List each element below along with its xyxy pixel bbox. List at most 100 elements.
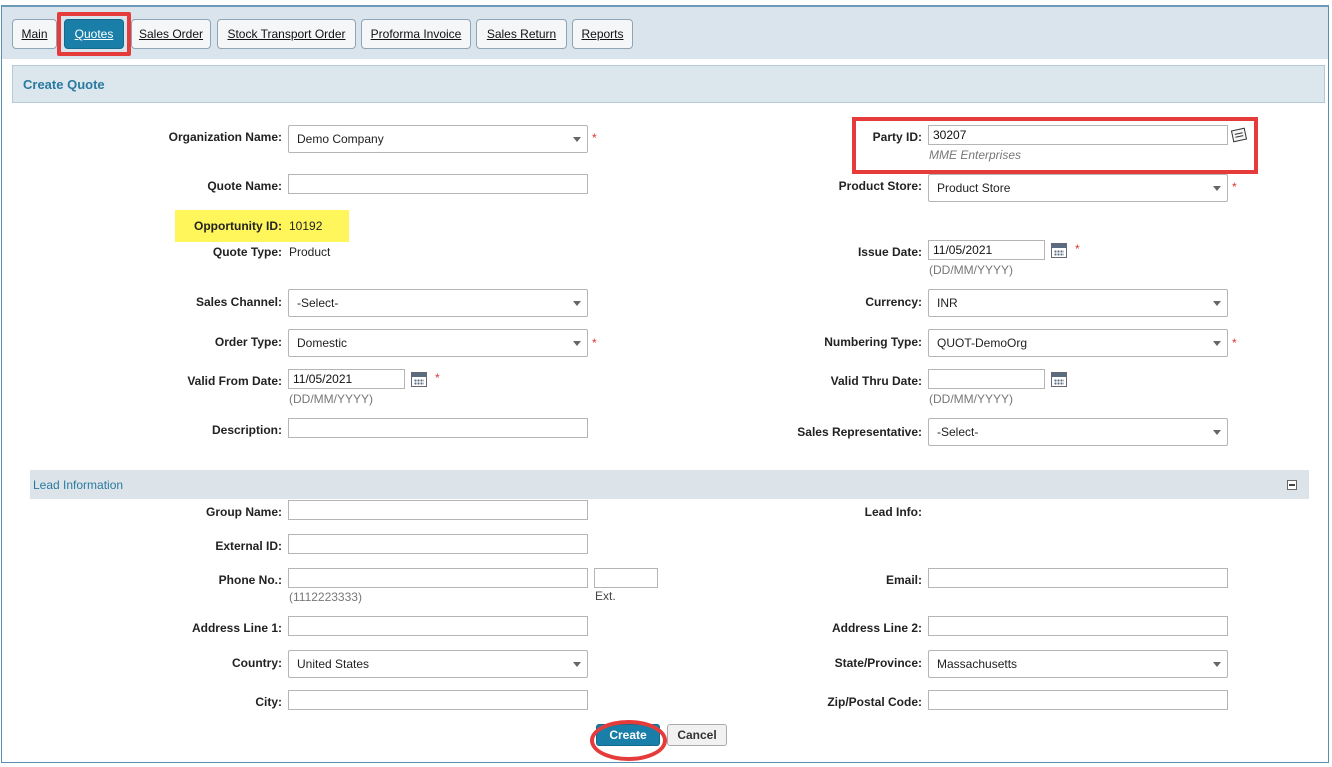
description-label: Description: xyxy=(211,423,282,437)
phone-no-input[interactable] xyxy=(288,568,588,588)
chevron-down-icon xyxy=(573,137,581,142)
sales-channel-value: -Select- xyxy=(297,296,339,310)
group-name-label: Group Name: xyxy=(205,505,282,519)
tab-main[interactable]: Main xyxy=(12,19,57,49)
zip-postal-code-input[interactable] xyxy=(928,690,1228,710)
valid-thru-date-label: Valid Thru Date: xyxy=(830,374,922,388)
product-store-select[interactable]: Product Store xyxy=(928,174,1228,202)
create-button-highlight xyxy=(590,720,667,761)
tab-proforma-invoice[interactable]: Proforma Invoice xyxy=(361,19,471,49)
phone-ext-label: Ext. xyxy=(595,589,616,603)
country-select[interactable]: United States xyxy=(288,650,588,678)
app-frame: Main Quotes Sales Order Stock Transport … xyxy=(1,5,1329,763)
city-input[interactable] xyxy=(288,690,588,710)
required-marker: * xyxy=(592,131,597,145)
organization-name-label: Organization Name: xyxy=(168,130,282,144)
chevron-down-icon xyxy=(1213,186,1221,191)
state-province-label: State/Province: xyxy=(834,656,922,670)
sales-channel-label: Sales Channel: xyxy=(195,295,282,309)
date-format-hint: (DD/MM/YYYY) xyxy=(289,392,373,406)
email-label: Email: xyxy=(885,573,922,587)
email-input[interactable] xyxy=(928,568,1228,588)
calendar-icon[interactable] xyxy=(1051,372,1067,387)
party-id-input[interactable]: 30207 xyxy=(928,125,1228,145)
sales-representative-select[interactable]: -Select- xyxy=(928,418,1228,446)
sales-representative-label: Sales Representative: xyxy=(797,425,922,439)
currency-value: INR xyxy=(937,296,958,310)
chevron-down-icon xyxy=(573,301,581,306)
chevron-down-icon xyxy=(1213,301,1221,306)
issue-date-input[interactable]: 11/05/2021 xyxy=(928,240,1045,260)
lead-information-header[interactable]: Lead Information xyxy=(30,470,1309,499)
valid-thru-date-input[interactable] xyxy=(928,369,1045,389)
address-line-1-input[interactable] xyxy=(288,616,588,636)
section-title: Create Quote xyxy=(12,65,1325,103)
external-id-label: External ID: xyxy=(215,539,282,553)
chevron-down-icon xyxy=(1213,430,1221,435)
issue-date-label: Issue Date: xyxy=(857,245,922,259)
opportunity-id-value: 10192 xyxy=(289,219,323,233)
collapse-icon[interactable] xyxy=(1287,480,1297,490)
order-type-label: Order Type: xyxy=(214,335,282,349)
date-format-hint: (DD/MM/YYYY) xyxy=(929,263,1013,277)
order-type-value: Domestic xyxy=(297,336,348,350)
date-format-hint: (DD/MM/YYYY) xyxy=(929,392,1013,406)
order-type-select[interactable]: Domestic xyxy=(288,329,588,357)
address-line-2-input[interactable] xyxy=(928,616,1228,636)
tab-sales-order[interactable]: Sales Order xyxy=(131,19,211,49)
sales-channel-select[interactable]: -Select- xyxy=(288,289,588,317)
state-province-select[interactable]: Massachusetts xyxy=(928,650,1228,678)
calendar-icon[interactable] xyxy=(1051,243,1067,258)
country-label: Country: xyxy=(232,656,282,670)
tab-bar: Main Quotes Sales Order Stock Transport … xyxy=(2,7,1328,59)
zip-postal-code-label: Zip/Postal Code: xyxy=(827,695,922,709)
quote-name-input[interactable] xyxy=(288,174,588,194)
address-line-1-label: Address Line 1: xyxy=(191,621,282,635)
quote-type-label: Quote Type: xyxy=(212,245,282,259)
currency-label: Currency: xyxy=(865,295,922,309)
group-name-input[interactable] xyxy=(288,500,588,520)
required-marker: * xyxy=(435,371,440,385)
chevron-down-icon xyxy=(573,341,581,346)
phone-ext-input[interactable] xyxy=(594,568,658,588)
numbering-type-label: Numbering Type: xyxy=(824,335,922,349)
organization-name-value: Demo Company xyxy=(297,132,384,146)
tab-stock-transport-order[interactable]: Stock Transport Order xyxy=(217,19,356,49)
lead-info-label: Lead Info: xyxy=(864,505,922,519)
valid-from-date-label: Valid From Date: xyxy=(187,374,282,388)
required-marker: * xyxy=(1232,180,1237,194)
country-value: United States xyxy=(297,657,370,671)
cancel-button[interactable]: Cancel xyxy=(667,724,727,746)
valid-from-date-input[interactable]: 11/05/2021 xyxy=(288,369,405,389)
description-input[interactable] xyxy=(288,418,588,438)
organization-name-select[interactable]: Demo Company xyxy=(288,125,588,153)
tab-reports[interactable]: Reports xyxy=(572,19,633,49)
party-id-label: Party ID: xyxy=(872,130,922,144)
product-store-value: Product Store xyxy=(937,181,1011,195)
quotes-tab-highlight xyxy=(57,12,131,56)
city-label: City: xyxy=(255,695,282,709)
state-province-value: Massachusetts xyxy=(937,657,1018,671)
required-marker: * xyxy=(1232,336,1237,350)
opportunity-id-label: Opportunity ID: xyxy=(194,219,282,233)
numbering-type-value: QUOT-DemoOrg xyxy=(937,336,1028,350)
product-store-label: Product Store: xyxy=(838,179,922,193)
required-marker: * xyxy=(592,336,597,350)
phone-no-label: Phone No.: xyxy=(218,573,282,587)
quote-name-label: Quote Name: xyxy=(207,179,282,193)
external-id-input[interactable] xyxy=(288,534,588,554)
sales-representative-value: -Select- xyxy=(937,425,979,439)
currency-select[interactable]: INR xyxy=(928,289,1228,317)
tab-sales-return[interactable]: Sales Return xyxy=(476,19,567,49)
calendar-icon[interactable] xyxy=(411,372,427,387)
chevron-down-icon xyxy=(1213,341,1221,346)
required-marker: * xyxy=(1075,242,1080,256)
address-line-2-label: Address Line 2: xyxy=(831,621,922,635)
chevron-down-icon xyxy=(1213,662,1221,667)
lead-information-title: Lead Information xyxy=(33,477,124,492)
numbering-type-select[interactable]: QUOT-DemoOrg xyxy=(928,329,1228,357)
party-name: MME Enterprises xyxy=(929,148,1022,162)
phone-format-hint: (1112223333) xyxy=(289,590,362,604)
quote-type-value: Product xyxy=(289,245,331,259)
chevron-down-icon xyxy=(573,662,581,667)
